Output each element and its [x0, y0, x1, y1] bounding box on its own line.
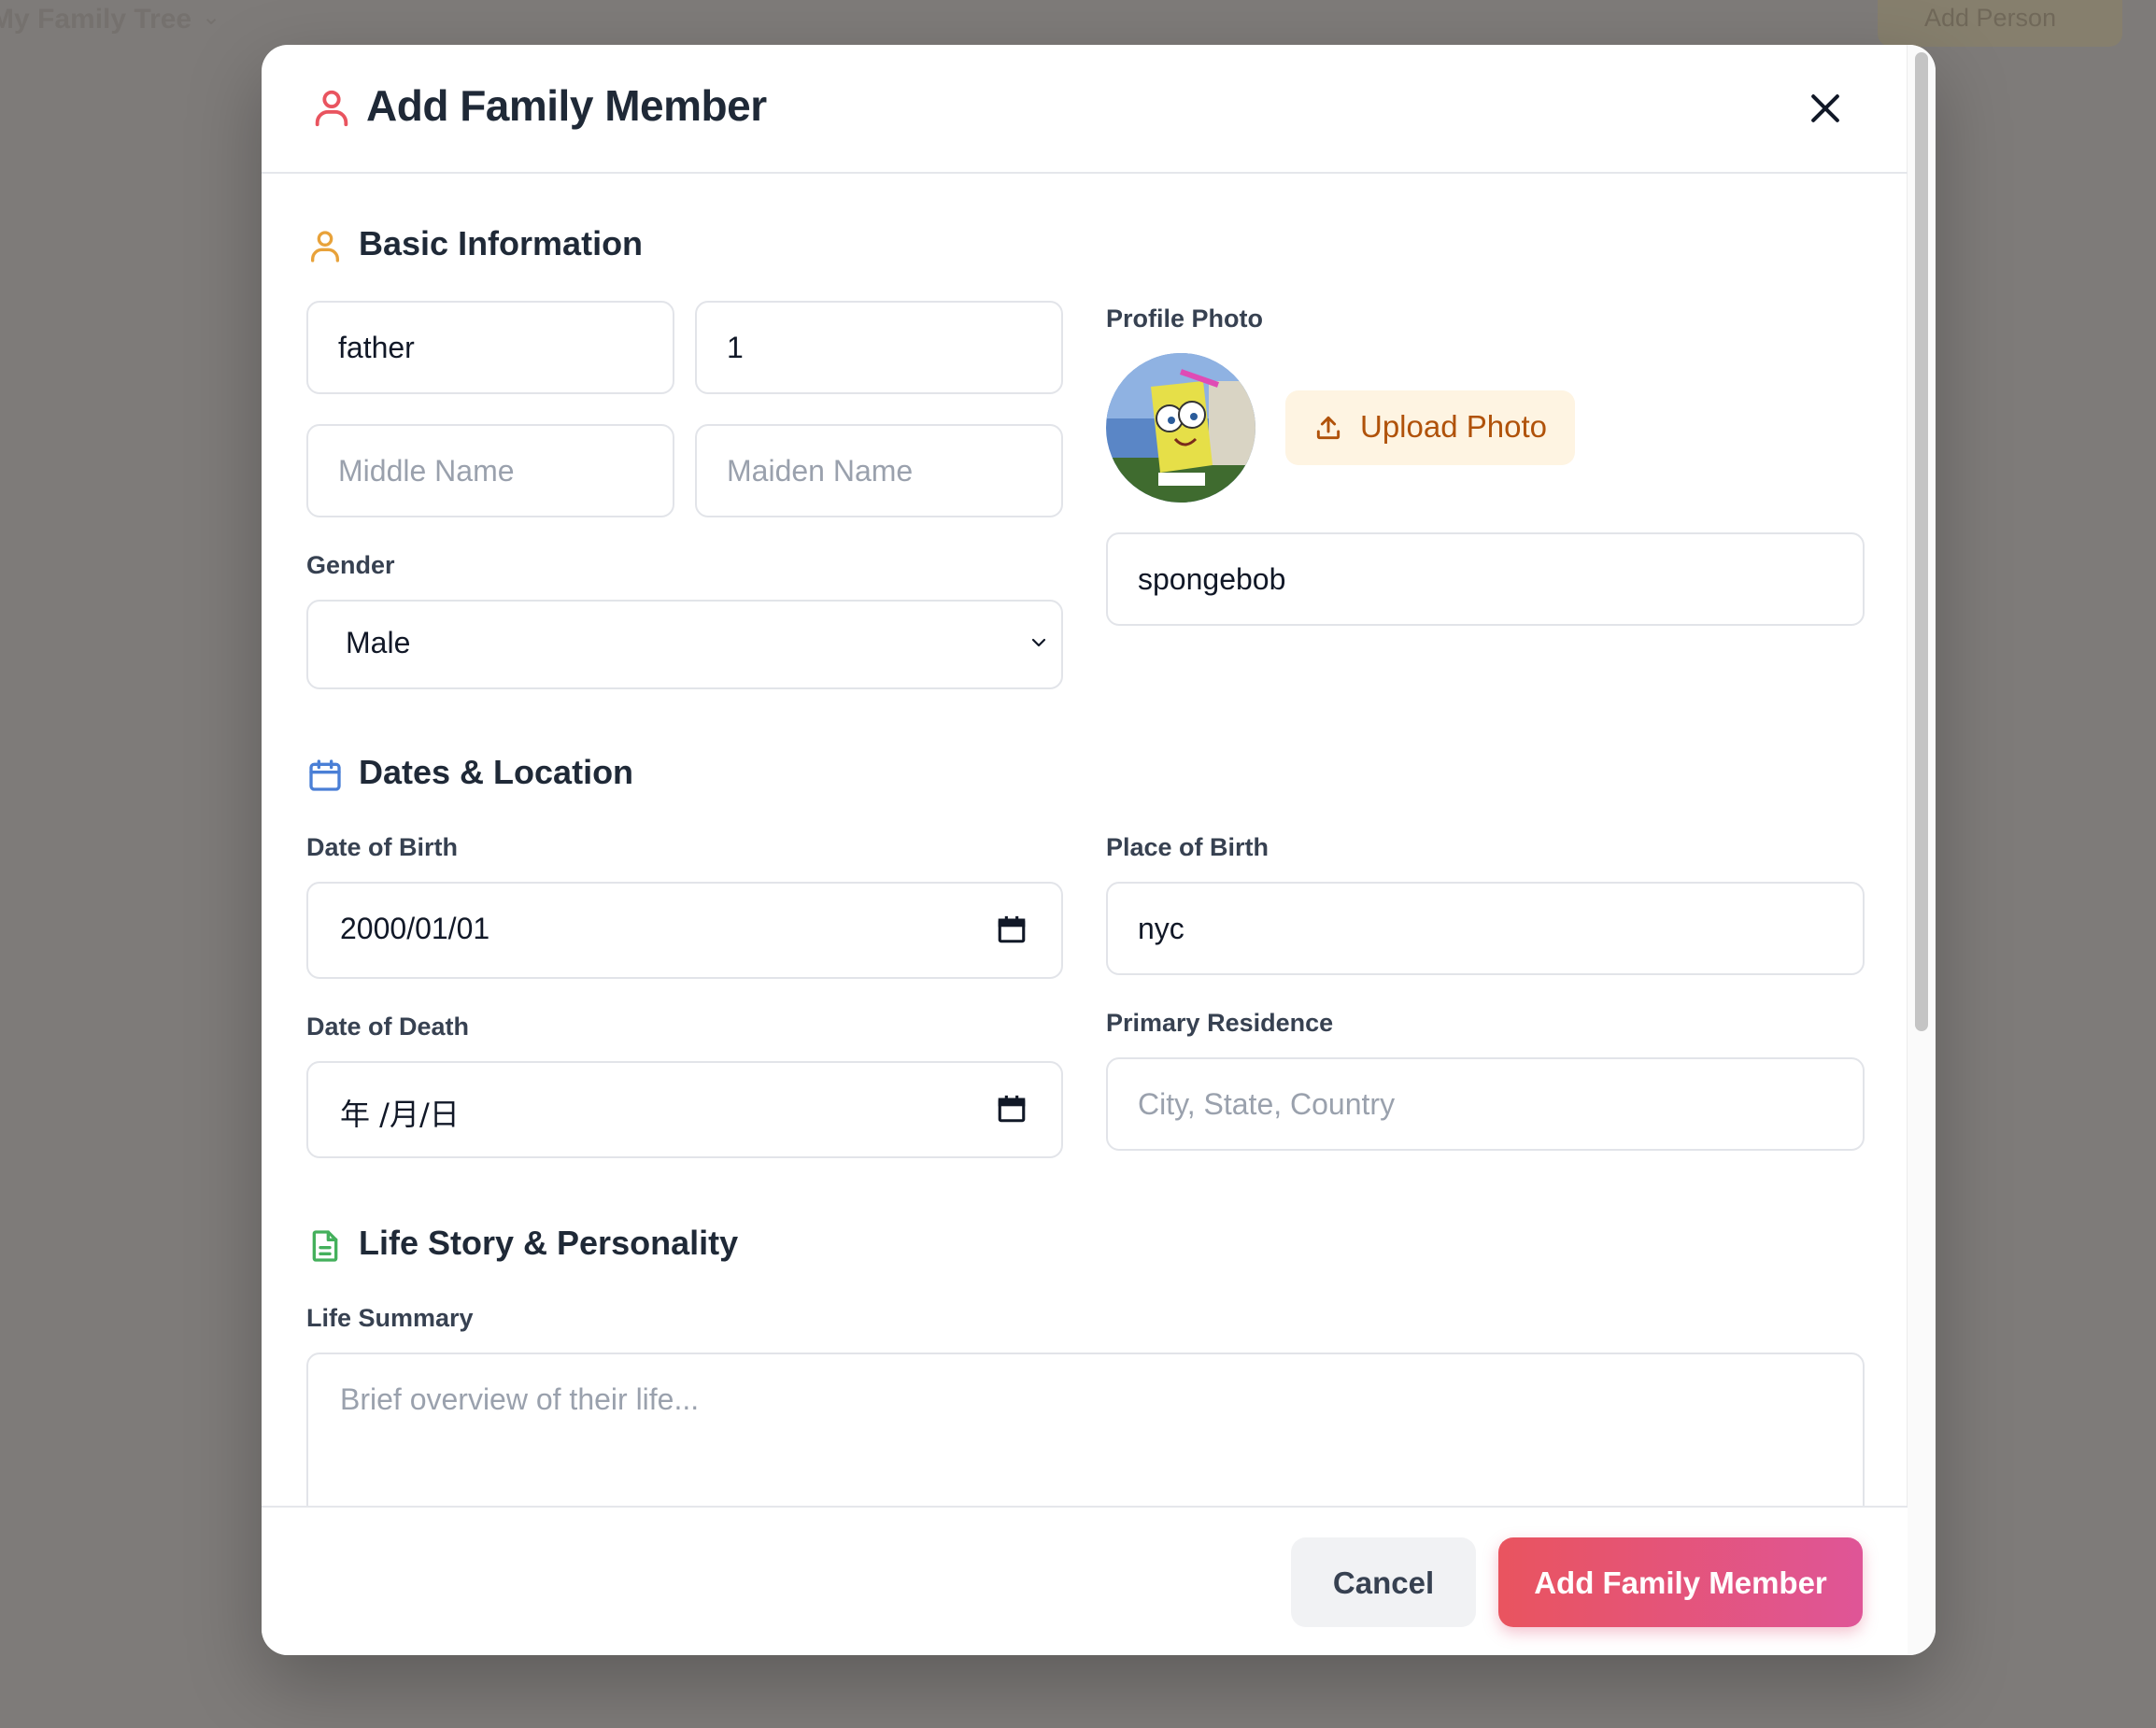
date-of-birth-input[interactable]: 2000/01/01 — [306, 882, 1063, 979]
middle-name-input[interactable] — [306, 424, 674, 517]
section-title-dates-location: Dates & Location — [359, 753, 634, 791]
date-of-birth-value: 2000/01/01 — [340, 912, 490, 945]
calendar-picker-icon[interactable] — [996, 1093, 1028, 1125]
background-add-person-label: Add Person — [1924, 4, 2057, 32]
gender-select[interactable]: Male — [306, 600, 1063, 689]
add-family-member-button[interactable]: Add Family Member — [1498, 1537, 1863, 1627]
cancel-button[interactable]: Cancel — [1291, 1537, 1476, 1627]
dialog-title: Add Family Member — [366, 81, 767, 130]
date-of-death-input[interactable]: 年 /月/日 — [306, 1061, 1063, 1158]
dialog-header: Add Family Member — [262, 45, 1908, 174]
gender-label: Gender — [306, 551, 395, 579]
section-title-basic-information: Basic Information — [359, 224, 644, 262]
dialog-footer: Cancel Add Family Member — [262, 1506, 1908, 1655]
add-family-member-button-label: Add Family Member — [1534, 1565, 1827, 1600]
life-summary-label: Life Summary — [306, 1304, 474, 1332]
last-name-input[interactable] — [695, 301, 1063, 394]
scrollbar-thumb[interactable] — [1915, 52, 1928, 1031]
upload-photo-label: Upload Photo — [1360, 409, 1547, 444]
date-of-birth-label: Date of Birth — [306, 833, 458, 861]
life-summary-placeholder: Brief overview of their life... — [340, 1382, 700, 1416]
calendar-picker-icon[interactable] — [996, 914, 1028, 945]
background-chevron-icon: ⌄ — [202, 5, 221, 30]
profile-photo-label: Profile Photo — [1106, 305, 1263, 333]
upload-icon — [1316, 416, 1340, 440]
background-app-title: My Family Tree — [0, 4, 192, 35]
primary-residence-label: Primary Residence — [1106, 1009, 1334, 1037]
date-of-death-label: Date of Death — [306, 1013, 470, 1041]
document-icon — [312, 1230, 338, 1262]
calendar-icon — [309, 759, 341, 791]
date-of-death-value: 年 /月/日 — [340, 1097, 460, 1132]
maiden-name-input[interactable] — [695, 424, 1063, 517]
avatar-image — [1106, 353, 1255, 503]
chevron-down-icon — [1031, 638, 1046, 647]
place-of-birth-input[interactable] — [1106, 882, 1865, 975]
profile-photo-avatar — [1106, 353, 1255, 503]
upload-photo-button[interactable]: Upload Photo — [1285, 390, 1575, 465]
section-title-life-story: Life Story & Personality — [359, 1224, 739, 1262]
user-icon — [315, 90, 348, 127]
place-of-birth-label: Place of Birth — [1106, 833, 1269, 861]
user-icon — [311, 231, 339, 262]
nickname-input[interactable] — [1106, 532, 1865, 626]
first-name-input[interactable] — [306, 301, 674, 394]
primary-residence-input[interactable] — [1106, 1057, 1865, 1151]
add-family-member-dialog: Add Family Member Basic Information Gend… — [262, 45, 1936, 1655]
cancel-button-label: Cancel — [1332, 1565, 1435, 1600]
gender-select-value: Male — [346, 626, 411, 659]
close-icon[interactable] — [1805, 88, 1846, 129]
scrollbar[interactable] — [1907, 45, 1936, 1655]
